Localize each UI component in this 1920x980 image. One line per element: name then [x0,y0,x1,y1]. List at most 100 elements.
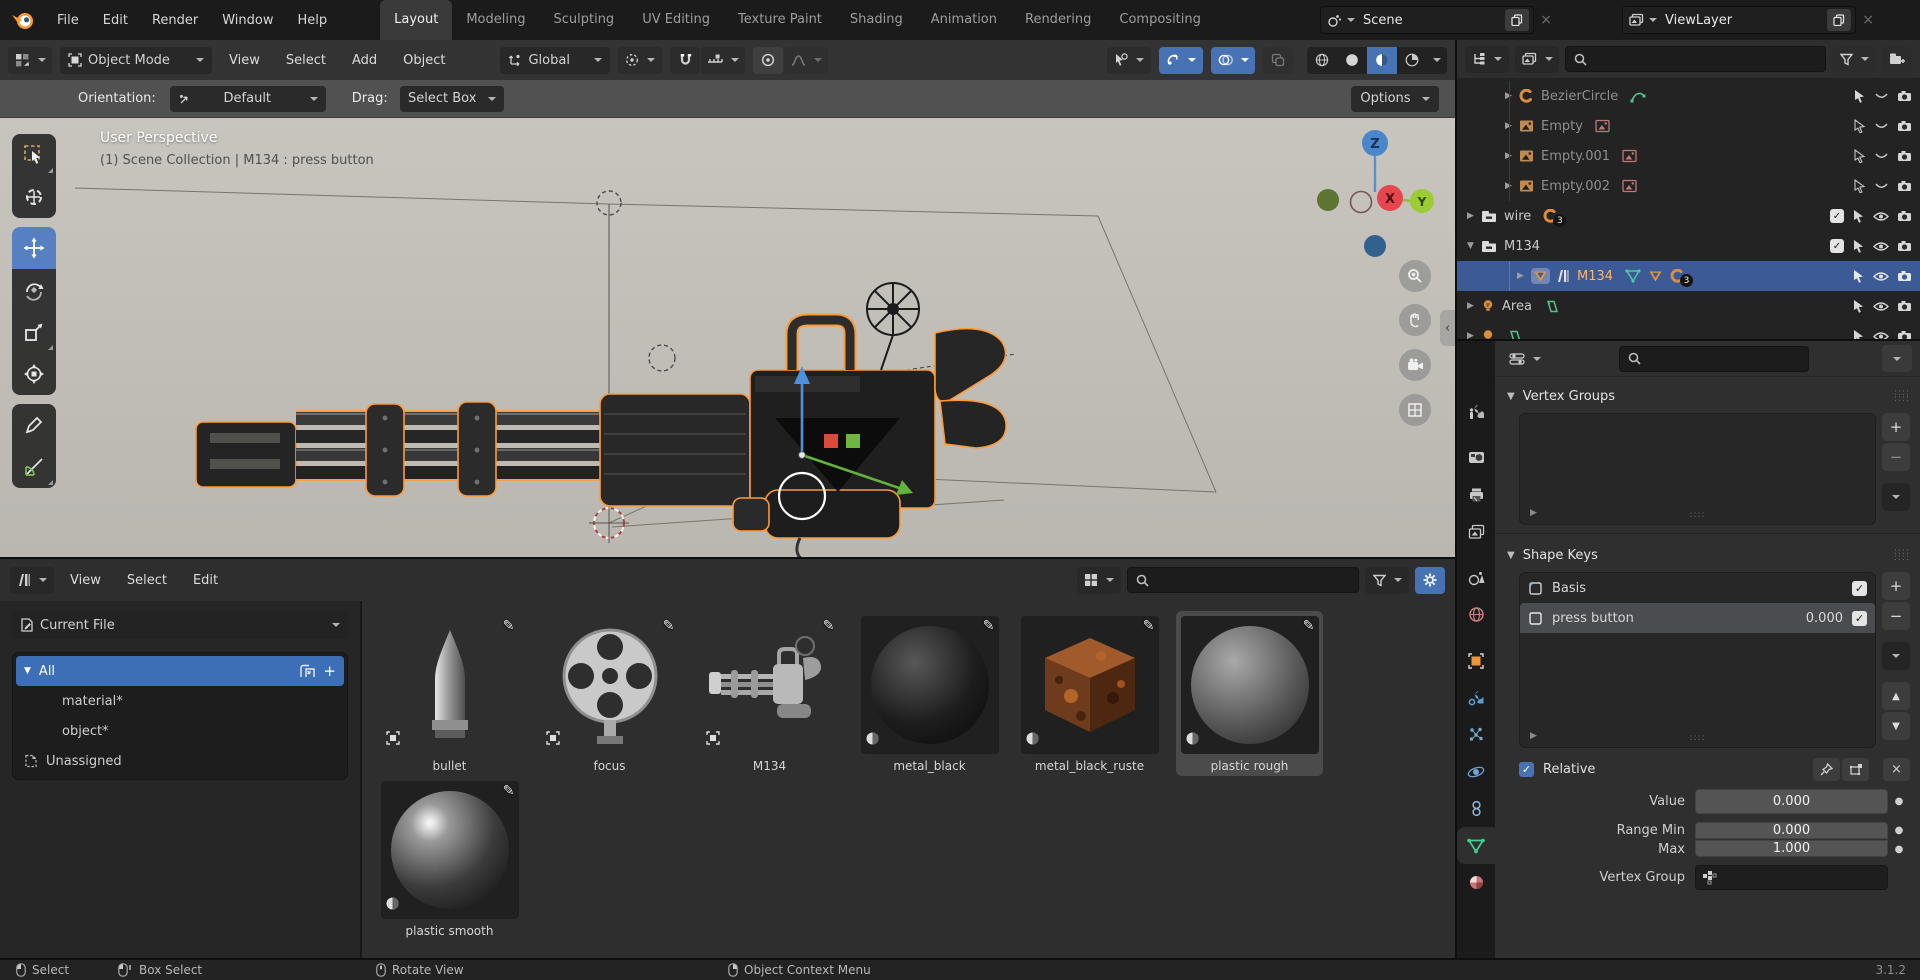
properties-options-button[interactable] [1882,345,1912,372]
shapekey-value[interactable]: 0.000 [1806,611,1843,626]
menu-edit[interactable]: Edit [92,9,139,32]
viewlayer-new-button[interactable] [1827,9,1852,31]
animate-dot-icon[interactable]: ● [1888,796,1910,807]
hide-viewport-icon[interactable] [1874,151,1889,161]
tab-particles[interactable] [1457,716,1495,753]
properties-search-input[interactable] [1619,345,1809,372]
disable-render-icon[interactable] [1897,270,1912,282]
expand-icon[interactable]: ▶ [1517,271,1531,281]
remove-vertex-group-button[interactable]: − [1882,443,1910,471]
shapekey-edit-mode-icon[interactable] [1842,758,1869,781]
expand-icon[interactable]: ▶ [1505,181,1519,191]
vertex-groups-list[interactable]: ▶ :::: [1519,413,1876,525]
collection-checkbox[interactable]: ✓ [1830,239,1844,253]
selectable-icon[interactable] [1852,209,1865,223]
outliner-row-empty-001[interactable]: ▶ Empty.001 [1457,141,1920,171]
disable-render-icon[interactable] [1897,150,1912,162]
selectable-icon[interactable] [1853,119,1866,133]
disable-render-icon[interactable] [1897,300,1912,312]
selectable-icon[interactable] [1852,269,1865,283]
visibility-eye-icon[interactable] [1873,301,1889,312]
drag-grip-icon[interactable]: :::: [1689,734,1705,743]
tab-tool[interactable] [1457,393,1495,430]
tab-object[interactable] [1457,642,1495,679]
tab-rendering[interactable]: Rendering [1011,0,1105,40]
tab-sculpting[interactable]: Sculpting [539,0,628,40]
tab-world[interactable] [1457,596,1495,633]
tab-view-layer[interactable] [1457,513,1495,550]
outliner-row-area[interactable]: ▶ Area [1457,291,1920,321]
asset-item-plastic-smooth[interactable]: ✎ plastic smooth [376,776,523,941]
shape-keys-panel-header[interactable]: ▼ Shape Keys :::::::: [1507,542,1910,568]
menu-edit[interactable]: Edit [183,570,228,591]
asset-item-plastic-rough[interactable]: ✎ plastic rough [1176,611,1323,776]
animate-dot-icon[interactable]: ● [1888,844,1910,855]
selectable-icon[interactable] [1852,239,1865,253]
disable-render-icon[interactable] [1897,240,1912,252]
expand-icon[interactable]: ▶ [1505,121,1519,131]
tab-modifiers[interactable] [1457,679,1495,716]
proportional-falloff-button[interactable] [784,46,829,74]
tool-measure[interactable] [12,446,56,488]
disable-render-icon[interactable] [1897,90,1912,102]
menu-select[interactable]: Select [277,50,335,71]
remove-shapekey-button[interactable]: − [1882,602,1910,630]
editor-type-button[interactable] [8,46,52,74]
menu-help[interactable]: Help [287,9,339,32]
add-vertex-group-button[interactable]: + [1882,413,1910,441]
shapekey-mute-checkbox[interactable]: ✓ [1852,580,1867,596]
transform-orientation-dropdown[interactable]: Global [500,46,611,74]
tab-shading[interactable]: Shading [836,0,917,40]
collection-checkbox[interactable]: ✓ [1830,209,1844,223]
asset-settings-button[interactable] [1415,566,1445,594]
resize-triangle-icon[interactable]: ▶ [1530,731,1537,741]
disable-render-icon[interactable] [1897,210,1912,222]
selectable-icon[interactable] [1852,329,1865,339]
drag-action-dropdown[interactable]: Select Box [399,85,504,112]
tool-rotate[interactable] [12,269,56,311]
visibility-eye-icon[interactable] [1873,241,1889,252]
tab-output[interactable] [1457,476,1495,513]
vertex-group-select[interactable] [1695,865,1888,890]
hide-viewport-icon[interactable] [1874,181,1889,191]
proportional-edit-button[interactable] [753,46,784,74]
outliner-row-wire-collection[interactable]: ▶ wire 3 ✓ [1457,201,1920,231]
tool-move[interactable] [12,227,56,269]
filter-button[interactable] [1365,566,1409,594]
disable-render-icon[interactable] [1897,120,1912,132]
shading-wireframe-button[interactable] [1307,47,1337,74]
clear-shapekeys-button[interactable]: × [1883,758,1910,781]
show-gizmo-button[interactable] [1159,46,1203,74]
shapekey-row-basis[interactable]: Basis ✓ [1520,573,1875,603]
tab-texture-paint[interactable]: Texture Paint [724,0,836,40]
hide-viewport-icon[interactable] [1874,121,1889,131]
animate-dot-icon[interactable]: ● [1888,825,1910,836]
tool-select-box[interactable] [12,134,56,176]
outliner-search-input[interactable] [1565,46,1826,72]
editor-type-button[interactable] [10,566,54,594]
asset-item-focus[interactable]: ✎ focus [536,611,683,776]
show-overlays-button[interactable] [1211,46,1255,74]
expand-icon[interactable]: ▶ [1505,91,1519,101]
viewport-3d[interactable]: User Perspective (1) Scene Collection | … [0,118,1455,557]
shading-rendered-button[interactable] [1397,47,1427,74]
pan-view-button[interactable] [1399,304,1431,336]
asset-item-metal-black-rusted[interactable]: ✎ metal_black_ruste [1016,611,1163,776]
menu-view[interactable]: View [220,50,269,71]
vertex-groups-panel-header[interactable]: ▼ Vertex Groups :::::::: [1507,383,1910,409]
mode-dropdown[interactable]: Object Mode [60,46,212,74]
snap-target-button[interactable] [701,46,746,74]
expand-icon[interactable]: ▶ [1467,301,1481,311]
display-mode-button[interactable] [1515,45,1559,73]
menu-view[interactable]: View [60,570,111,591]
asset-item-metal-black[interactable]: ✎ metal_black [856,611,1003,776]
shapekey-mute-checkbox[interactable]: ✓ [1852,610,1867,626]
shading-options-button[interactable] [1427,47,1447,74]
tab-animation[interactable]: Animation [917,0,1011,40]
viewlayer-remove-button[interactable]: × [1862,12,1874,28]
snap-toggle-button[interactable] [670,46,701,74]
outliner-row-clipped[interactable]: ▶ [1457,321,1920,339]
tool-scale[interactable] [12,311,56,353]
menu-object[interactable]: Object [394,50,454,71]
value-slider[interactable]: 0.000 [1695,789,1888,814]
